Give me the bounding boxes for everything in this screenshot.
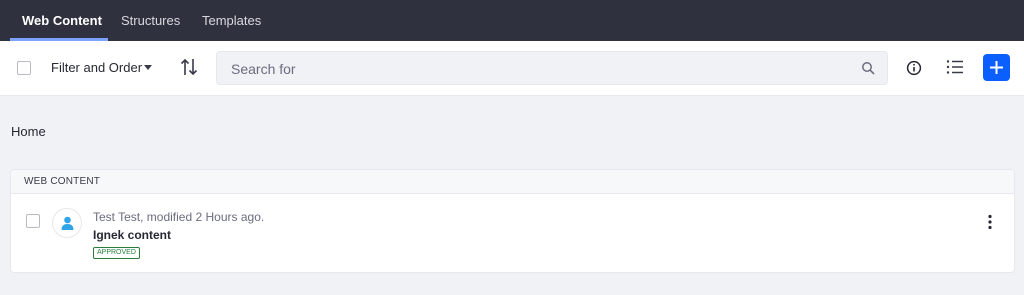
add-button[interactable] — [983, 54, 1010, 81]
search-input[interactable]: Search for — [216, 51, 888, 85]
filter-and-order-dropdown[interactable]: Filter and Order — [51, 60, 142, 75]
web-content-panel: WEB CONTENT Test Test, modified 2 Hours … — [10, 169, 1015, 273]
tab-templates[interactable]: Templates — [202, 0, 261, 41]
avatar — [52, 208, 82, 238]
section-header-label: WEB CONTENT — [24, 176, 101, 187]
status-badge: APPROVED — [93, 247, 140, 259]
breadcrumb[interactable]: Home — [11, 124, 46, 139]
sort-icon[interactable] — [180, 57, 198, 77]
plus-icon — [990, 61, 1003, 74]
user-icon — [61, 216, 74, 230]
search-icon[interactable] — [861, 61, 875, 75]
search-placeholder: Search for — [231, 61, 296, 77]
top-navigation: Web Content Structures Templates — [0, 0, 1024, 41]
item-title[interactable]: Ignek content — [93, 228, 171, 242]
kebab-menu-icon[interactable] — [986, 214, 994, 230]
item-meta: Test Test, modified 2 Hours ago. — [93, 210, 265, 224]
caret-down-icon[interactable] — [144, 65, 152, 70]
info-icon[interactable] — [906, 60, 922, 76]
select-all-checkbox[interactable] — [17, 61, 31, 75]
row-checkbox[interactable] — [26, 214, 40, 228]
section-header: WEB CONTENT — [11, 170, 1014, 194]
list-view-icon[interactable] — [946, 59, 964, 75]
tab-structures[interactable]: Structures — [121, 0, 180, 41]
tab-web-content[interactable]: Web Content — [22, 0, 102, 41]
management-toolbar: Filter and Order Search for — [0, 41, 1024, 96]
